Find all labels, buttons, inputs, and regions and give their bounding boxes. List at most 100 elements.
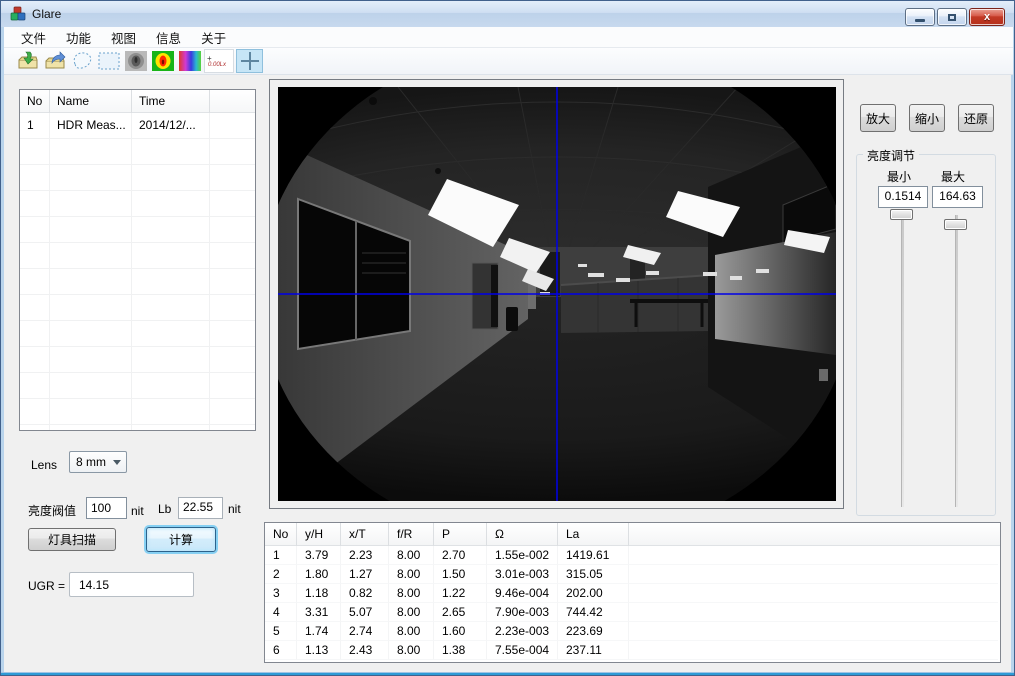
min-slider-thumb[interactable] (890, 209, 913, 220)
grayscale-view-icon[interactable] (123, 49, 148, 73)
ugr-value-field: 14.15 (69, 572, 194, 597)
pseudocolor-view-icon[interactable] (150, 49, 175, 73)
col-time[interactable]: Time (132, 90, 210, 113)
results-col-header[interactable]: x/T (341, 523, 389, 546)
list-cell (20, 399, 50, 425)
list-item[interactable] (20, 373, 255, 399)
lasso-select-icon[interactable] (69, 49, 94, 73)
list-item[interactable] (20, 139, 255, 165)
results-col-header[interactable]: Ω (487, 523, 558, 546)
title-bar[interactable]: Glare x (1, 1, 1014, 27)
list-cell (132, 139, 210, 165)
list-item[interactable] (20, 321, 255, 347)
table-row[interactable]: 21.801.278.001.503.01e-003315.05 (265, 565, 1000, 584)
results-col-header[interactable]: La (558, 523, 629, 546)
table-cell: 2.74 (341, 622, 389, 641)
results-table[interactable]: Noy/Hx/Tf/RPΩLa 13.792.238.002.701.55e-0… (264, 522, 1001, 663)
list-item[interactable] (20, 295, 255, 321)
list-cell (50, 269, 132, 295)
lux-text: 0.00Lx (205, 62, 226, 68)
app-icon (10, 6, 26, 22)
list-item[interactable] (20, 269, 255, 295)
table-cell: 2.23 (341, 546, 389, 565)
list-cell (20, 347, 50, 373)
lens-value: 8 mm (76, 455, 106, 469)
export-icon[interactable] (42, 49, 67, 73)
list-item[interactable] (20, 165, 255, 191)
lux-plus: + (205, 55, 212, 62)
table-cell: 8.00 (389, 584, 434, 603)
col-no[interactable]: No (20, 90, 50, 113)
list-item[interactable] (20, 191, 255, 217)
table-cell: 0.82 (341, 584, 389, 603)
close-button[interactable]: x (969, 8, 1005, 26)
table-cell: 1.27 (341, 565, 389, 584)
window-bottom-edge (1, 672, 1014, 675)
min-slider-track[interactable] (901, 215, 904, 507)
lux-label-icon[interactable]: + 0.00Lx (204, 49, 234, 73)
table-row[interactable]: 13.792.238.002.701.55e-0021419.61 (265, 546, 1000, 565)
list-item[interactable] (20, 243, 255, 269)
table-cell: 315.05 (558, 565, 629, 584)
results-col-header[interactable]: f/R (389, 523, 434, 546)
palette-icon[interactable] (177, 49, 202, 73)
list-item[interactable] (20, 399, 255, 425)
results-col-header[interactable]: No (265, 523, 297, 546)
zoom-out-button[interactable]: 缩小 (909, 104, 945, 132)
list-cell (50, 295, 132, 321)
menu-function[interactable]: 功能 (57, 26, 100, 49)
threshold-input[interactable] (86, 497, 127, 519)
crosshair-icon[interactable] (236, 49, 263, 73)
measurement-list[interactable]: No Name Time 1HDR Meas...2014/12/... (19, 89, 256, 431)
list-cell (20, 295, 50, 321)
table-cell: 8.00 (389, 603, 434, 622)
list-cell (210, 373, 255, 399)
min-value-field[interactable]: 0.1514 (878, 186, 928, 208)
import-icon[interactable] (15, 49, 40, 73)
list-cell (20, 139, 50, 165)
table-row[interactable]: 43.315.078.002.657.90e-003744.42 (265, 603, 1000, 622)
window-title: Glare (32, 7, 61, 21)
menu-about[interactable]: 关于 (192, 26, 235, 49)
minimize-button[interactable] (905, 8, 935, 26)
table-cell: 223.69 (558, 622, 629, 641)
list-cell (132, 217, 210, 243)
table-row[interactable]: 31.180.828.001.229.46e-004202.00 (265, 584, 1000, 603)
table-cell: 1.13 (297, 641, 341, 660)
menu-info[interactable]: 信息 (147, 26, 190, 49)
menu-file[interactable]: 文件 (12, 26, 55, 49)
app-window: Glare x 文件 功能 视图 信息 关于 (0, 0, 1015, 676)
restore-button[interactable] (937, 8, 967, 26)
results-col-header[interactable]: y/H (297, 523, 341, 546)
menu-view[interactable]: 视图 (102, 26, 145, 49)
list-cell (50, 217, 132, 243)
lamp-scan-button[interactable]: 灯具扫描 (28, 528, 116, 551)
list-item[interactable] (20, 425, 255, 431)
lens-select[interactable]: 8 mm (69, 451, 127, 473)
results-col-header[interactable]: P (434, 523, 487, 546)
list-cell (132, 347, 210, 373)
table-cell: 7.55e-004 (487, 641, 558, 660)
table-cell: 2.65 (434, 603, 487, 622)
list-cell (210, 347, 255, 373)
col-name[interactable]: Name (50, 90, 132, 113)
zoom-in-button[interactable]: 放大 (860, 104, 896, 132)
min-label: 最小 (887, 168, 911, 185)
list-item[interactable]: 1HDR Meas...2014/12/... (20, 113, 255, 139)
list-cell (50, 321, 132, 347)
hdr-image[interactable] (278, 87, 836, 501)
max-slider-thumb[interactable] (944, 219, 967, 230)
calculate-button[interactable]: 计算 (146, 527, 216, 552)
close-icon: x (984, 12, 990, 23)
list-item[interactable] (20, 347, 255, 373)
table-row[interactable]: 51.742.748.001.602.23e-003223.69 (265, 622, 1000, 641)
table-row[interactable]: 61.132.438.001.387.55e-004237.11 (265, 641, 1000, 660)
max-slider-track[interactable] (955, 215, 958, 507)
rect-select-icon[interactable] (96, 49, 121, 73)
max-value-field[interactable]: 164.63 (932, 186, 983, 208)
table-cell: 1.74 (297, 622, 341, 641)
list-cell: 1 (20, 113, 50, 139)
zoom-reset-button[interactable]: 还原 (958, 104, 994, 132)
brightness-group-title: 亮度调节 (863, 147, 919, 164)
list-item[interactable] (20, 217, 255, 243)
